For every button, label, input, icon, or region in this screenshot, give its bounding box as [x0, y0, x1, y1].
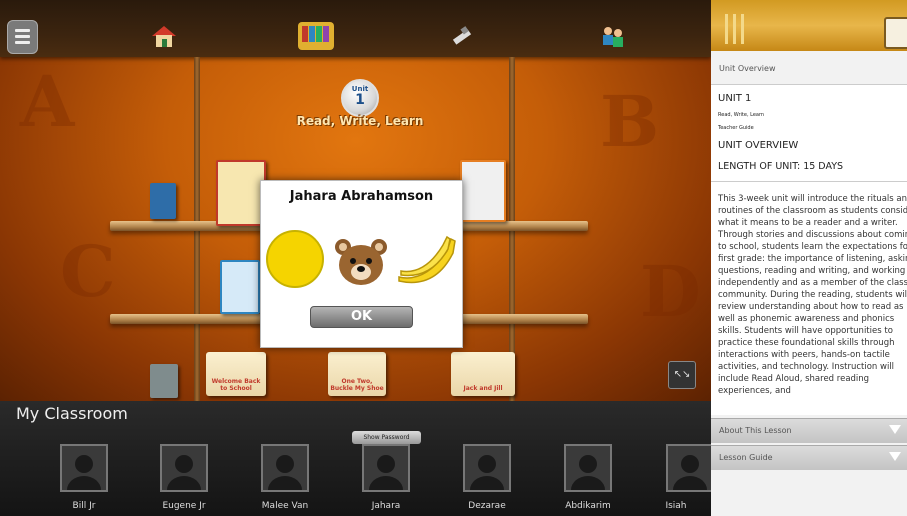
lesson-scroll[interactable]: One Two, Buckle My Shoe — [328, 352, 386, 396]
expand-icon[interactable]: ↖↘ — [668, 361, 696, 389]
avatar — [160, 444, 208, 492]
classroom-panel: My Classroom Show Password Bill Jr Eugen… — [0, 401, 714, 516]
unit-description: This 3-week unit will introduce the ritu… — [718, 194, 907, 396]
student-name: Bill Jr — [72, 501, 96, 511]
yellow-circle-icon — [266, 230, 324, 288]
student-card[interactable]: Jahara — [346, 444, 426, 511]
grip-icon[interactable] — [724, 14, 746, 44]
overview-heading: UNIT OVERVIEW — [718, 140, 799, 151]
unit-length: LENGTH OF UNIT: 15 DAYS — [718, 161, 844, 172]
lesson-scroll[interactable]: Welcome Back to School — [206, 352, 266, 396]
unit-badge[interactable]: Unit 1 — [341, 79, 379, 117]
avatar — [261, 444, 309, 492]
background-letter-decor: B — [600, 80, 660, 163]
student-card[interactable]: Abdikarim — [548, 444, 628, 511]
classroom-title: My Classroom — [16, 404, 128, 423]
background-letter-decor: A — [20, 60, 75, 143]
unit-overview-panel: Unit Overview UNIT 1 Read, Write, Learn … — [711, 0, 907, 516]
top-toolbar — [0, 0, 711, 57]
lesson-scroll-label: Welcome Back to School — [211, 378, 261, 392]
book-cover[interactable] — [216, 160, 266, 226]
bear-icon — [335, 239, 387, 285]
side-panel-header — [711, 0, 907, 51]
student-name: Dezarae — [468, 501, 506, 511]
unit-subtitle: Read, Write, Learn — [718, 112, 765, 118]
unit-title: Read, Write, Learn — [296, 114, 424, 128]
book-cover[interactable] — [150, 364, 178, 398]
pencil-tool-icon[interactable] — [447, 22, 477, 50]
student-name: Malee Van — [261, 501, 309, 511]
document-icon[interactable] — [884, 17, 907, 49]
divider — [711, 181, 907, 182]
student-card[interactable]: Malee Van — [245, 444, 325, 511]
banana-icon — [398, 235, 456, 284]
teacher-guide-label: Teacher Guide — [718, 125, 754, 131]
avatar — [362, 444, 410, 492]
home-icon[interactable] — [149, 22, 179, 50]
show-password-button[interactable]: Show Password — [352, 431, 421, 444]
student-password-dialog: Jahara Abrahamson OK — [260, 180, 463, 348]
chevron-down-icon — [889, 425, 901, 434]
student-name: Jahara — [371, 501, 401, 511]
chevron-down-icon — [889, 452, 901, 461]
book-cover[interactable] — [150, 183, 176, 219]
student-card[interactable]: Dezarae — [447, 444, 527, 511]
student-card[interactable]: Eugene Jr — [144, 444, 224, 511]
library-icon[interactable] — [296, 20, 336, 52]
accordion-label: About This Lesson — [719, 426, 792, 435]
tab-unit-overview[interactable]: Unit Overview — [719, 64, 776, 73]
accordion-label: Lesson Guide — [719, 453, 773, 462]
background-letter-decor: D — [640, 250, 701, 333]
avatar — [463, 444, 511, 492]
student-card[interactable]: Isiah — [644, 444, 714, 511]
book-cover[interactable] — [220, 260, 260, 314]
unit-overview-content: UNIT 1 Read, Write, Learn Teacher Guide … — [711, 84, 907, 415]
avatar — [60, 444, 108, 492]
student-name: Abdikarim — [565, 501, 611, 511]
lesson-scroll-label: Jack and Jill — [463, 385, 503, 392]
menu-icon[interactable] — [7, 20, 38, 54]
ok-button[interactable]: OK — [310, 306, 413, 328]
people-icon[interactable] — [598, 22, 628, 50]
student-name: Isiah — [665, 501, 687, 511]
student-name: Eugene Jr — [162, 501, 206, 511]
avatar — [666, 444, 714, 492]
background-letter-decor: C — [60, 230, 116, 313]
avatar — [564, 444, 612, 492]
unit-heading: UNIT 1 — [718, 93, 752, 104]
accordion-about-this-lesson[interactable]: About This Lesson — [711, 418, 907, 443]
lesson-scroll[interactable]: Jack and Jill — [451, 352, 515, 396]
dialog-title: Jahara Abrahamson — [289, 189, 434, 204]
unit-number: 1 — [355, 92, 365, 108]
book-cover[interactable] — [460, 160, 506, 222]
lesson-scroll-label: One Two, Buckle My Shoe — [330, 378, 384, 392]
accordion-lesson-guide[interactable]: Lesson Guide — [711, 445, 907, 470]
student-card[interactable]: Bill Jr — [44, 444, 124, 511]
